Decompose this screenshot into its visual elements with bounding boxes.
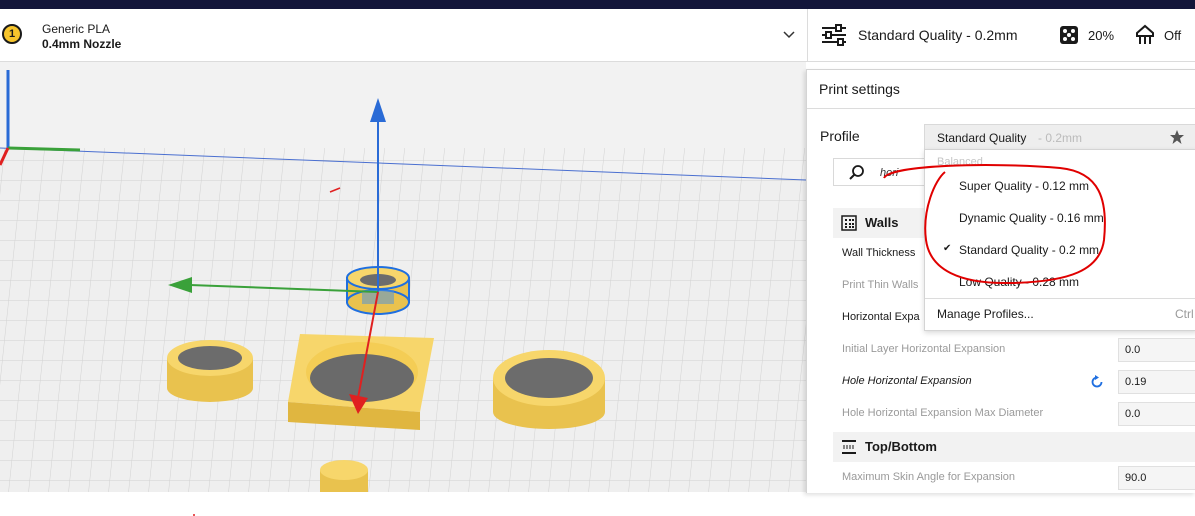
- profile-option-label: Standard Quality - 0.2 mm: [959, 243, 1100, 257]
- setting-label: Horizontal Expa: [842, 311, 920, 323]
- profile-option-dynamic-quality[interactable]: Dynamic Quality - 0.16 mm: [925, 202, 1195, 234]
- build-plate-scene: [0, 70, 806, 492]
- sliders-icon: [822, 24, 846, 46]
- setting-value: 90.0: [1125, 472, 1147, 484]
- manage-profiles-item[interactable]: Manage Profiles...: [937, 307, 1034, 321]
- setting-value: 0.0: [1125, 344, 1141, 356]
- setting-value-field[interactable]: 0.0: [1118, 338, 1195, 362]
- setting-label: Print Thin Walls: [842, 279, 919, 291]
- ring-model-left[interactable]: [167, 340, 253, 402]
- panel-title: Print settings: [819, 81, 900, 97]
- search-icon: [849, 165, 864, 180]
- setting-label: Initial Layer Horizontal Expansion: [842, 343, 1006, 355]
- profile-label: Profile: [820, 128, 860, 144]
- category-label: Top/Bottom: [865, 439, 937, 454]
- window-top-stripe: [0, 0, 1195, 9]
- 3d-viewport[interactable]: [0, 62, 806, 492]
- y-axis-line: [7, 146, 81, 152]
- support-icon[interactable]: [1133, 23, 1157, 47]
- walls-icon: [841, 215, 857, 231]
- setting-row-initial-layer-horizontal-expansion[interactable]: Initial Layer Horizontal Expansion 0.0: [833, 334, 1195, 366]
- dropdown-section-label: Balanced: [937, 156, 983, 168]
- material-name: Generic PLA: [42, 22, 111, 36]
- setting-value-field[interactable]: 0.19: [1118, 370, 1195, 394]
- profile-dropdown-menu: Balanced Super Quality - 0.12 mm Dynamic…: [924, 149, 1195, 331]
- setting-value-field[interactable]: 90.0: [1118, 466, 1195, 490]
- profile-option-label: Dynamic Quality - 0.16 mm: [959, 211, 1104, 225]
- setting-label: Hole Horizontal Expansion: [842, 375, 972, 387]
- cylinder-model[interactable]: [320, 460, 368, 492]
- support-value: Off: [1164, 28, 1182, 43]
- setting-label: Maximum Skin Angle for Expansion: [842, 471, 1016, 483]
- check-icon: ✔: [943, 243, 952, 254]
- setting-value: 0.19: [1125, 376, 1147, 388]
- divider: [925, 298, 1195, 299]
- infill-icon[interactable]: [1058, 24, 1080, 46]
- reset-icon[interactable]: [1089, 374, 1105, 390]
- setting-row-hole-horizontal-expansion-max-diameter[interactable]: Hole Horizontal Expansion Max Diameter 0…: [833, 398, 1195, 430]
- profile-select[interactable]: Standard Quality - 0.2mm: [924, 124, 1195, 150]
- nozzle-size: 0.4mm Nozzle: [42, 37, 122, 51]
- ring-model-right[interactable]: [493, 350, 605, 429]
- chevron-down-icon[interactable]: [780, 25, 798, 43]
- profile-option-super-quality[interactable]: Super Quality - 0.12 mm: [925, 170, 1195, 202]
- setting-row-maximum-skin-angle[interactable]: Maximum Skin Angle for Expansion 90.0: [833, 462, 1195, 494]
- category-label: Walls: [865, 215, 899, 230]
- extruder-badge: 1: [2, 24, 22, 44]
- infill-value: 20%: [1088, 28, 1115, 43]
- profile-layer-height: - 0.2mm: [1038, 131, 1083, 145]
- star-icon[interactable]: [1169, 129, 1185, 145]
- profile-option-low-quality[interactable]: Low Quality - 0.28 mm: [925, 266, 1195, 298]
- search-text: hori: [880, 167, 899, 179]
- profile-option-label: Super Quality - 0.12 mm: [959, 179, 1090, 193]
- category-top-bottom[interactable]: Top/Bottom: [833, 432, 1195, 462]
- profile-option-standard-quality[interactable]: ✔ Standard Quality - 0.2 mm: [925, 234, 1195, 266]
- settings-search-input[interactable]: hori: [833, 158, 933, 186]
- setting-label: Hole Horizontal Expansion Max Diameter: [842, 407, 1044, 419]
- setting-row-hole-horizontal-expansion[interactable]: Hole Horizontal Expansion 0.19: [833, 366, 1195, 398]
- setting-value: 0.0: [1125, 408, 1141, 420]
- top-bottom-icon: [842, 440, 856, 454]
- quality-label: Standard Quality - 0.2mm: [858, 27, 1018, 43]
- setting-value-field[interactable]: 0.0: [1118, 402, 1195, 426]
- extruder-selector[interactable]: 1 Generic PLA 0.4mm Nozzle: [0, 9, 808, 61]
- bottom-area: [0, 492, 806, 516]
- divider: [807, 108, 1195, 109]
- header-bar: 1 Generic PLA 0.4mm Nozzle Standard Qual…: [0, 9, 1195, 62]
- profile-option-label: Low Quality - 0.28 mm: [959, 275, 1080, 289]
- manage-profiles-shortcut: Ctrl: [1175, 307, 1194, 321]
- setting-label: Wall Thickness: [842, 247, 916, 259]
- profile-name: Standard Quality: [937, 131, 1027, 145]
